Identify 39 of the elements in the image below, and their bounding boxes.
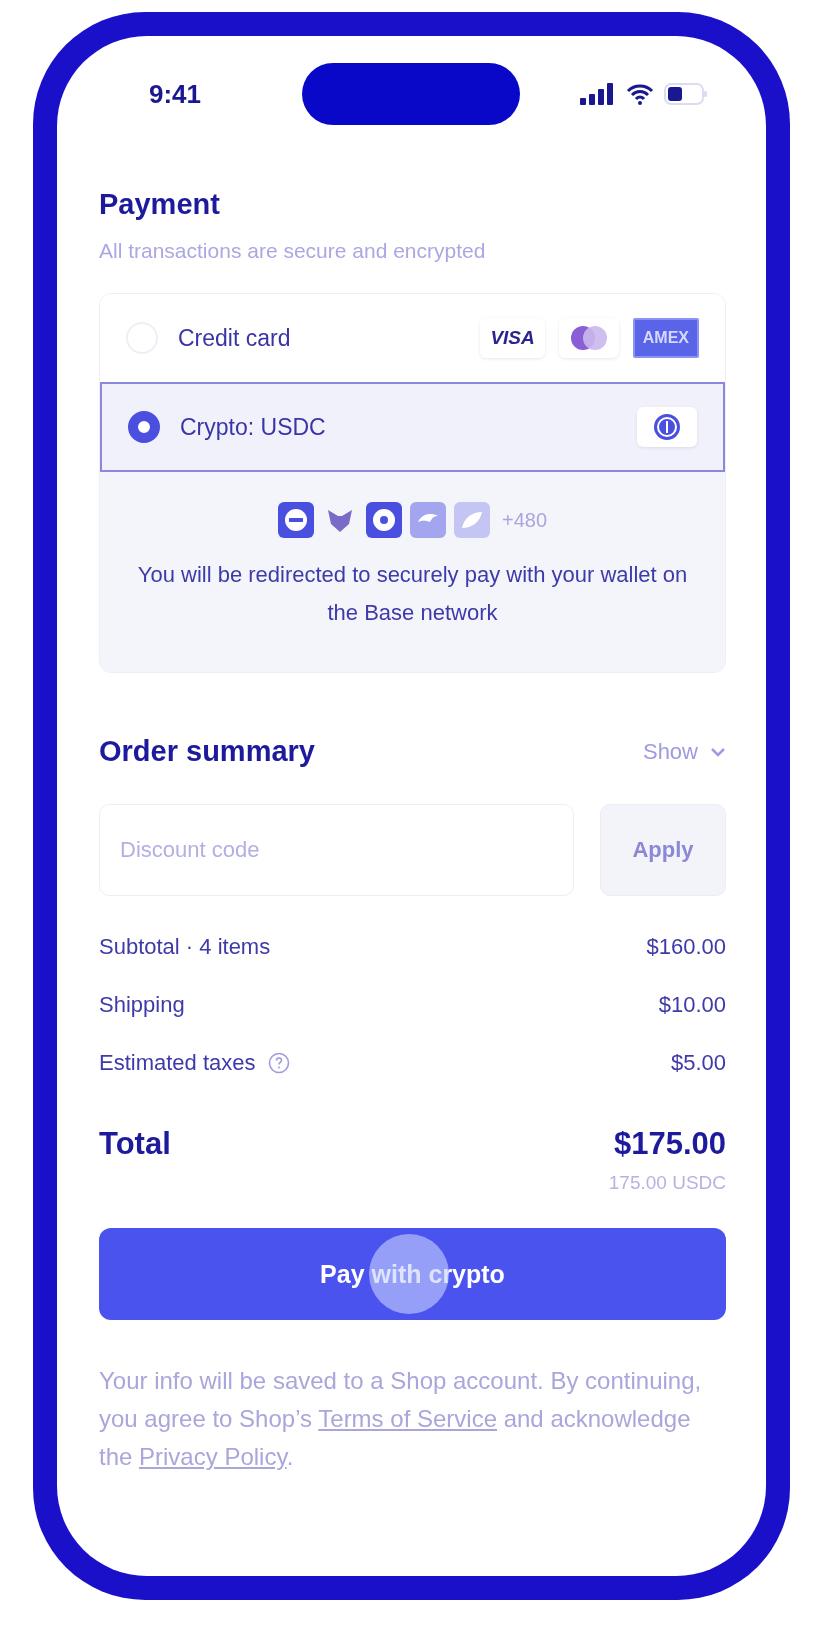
usdc-icon xyxy=(637,407,697,447)
mastercard-icon xyxy=(558,318,619,358)
summary-amount: $5.00 xyxy=(670,1050,726,1076)
wifi-icon xyxy=(626,83,654,105)
summary-label: Estimated taxes xyxy=(99,1050,256,1076)
wallet-count: +480 xyxy=(501,508,548,532)
amex-logo: AMEX xyxy=(632,318,699,358)
payment-title: Payment xyxy=(99,188,221,221)
chevron-down-icon xyxy=(710,746,726,757)
summary-label: Shipping xyxy=(99,992,185,1018)
visa-logo: VISA xyxy=(480,318,545,358)
help-icon[interactable] xyxy=(267,1052,290,1074)
disclaimer-text: Your info will be saved to a Shop account. By continuing, you agree to Shop’s Terms of Service and acknowledge the Privacy Policy. xyxy=(99,1366,703,1472)
radio-button[interactable] xyxy=(128,411,160,443)
status-time: 9:41 xyxy=(149,78,202,110)
order-summary-title: Order summary xyxy=(99,735,315,768)
wallet-icon xyxy=(409,502,446,538)
total-amount: $175.00 xyxy=(613,1126,726,1162)
redirect-message: You will be redirected to securely pay with your wallet on the Base network xyxy=(136,561,689,627)
summary-label: Subtotal · 4 items xyxy=(99,934,271,960)
summary-amount: $160.00 xyxy=(646,934,726,960)
payment-subtitle: All transactions are secure and encrypted xyxy=(99,239,487,263)
payment-option[interactable]: Crypto: USDC xyxy=(100,382,725,472)
payment-option-label: Credit card xyxy=(178,324,292,352)
show-toggle[interactable]: Show xyxy=(642,738,726,765)
wallet-icon xyxy=(277,502,314,538)
battery-icon xyxy=(664,83,708,105)
wallet-icon xyxy=(453,502,490,538)
wallet-icon xyxy=(365,502,402,538)
policy-link[interactable]: Privacy Policy xyxy=(139,1443,287,1470)
total-usdc: 175.00 USDC xyxy=(608,1172,726,1194)
payment-option-label: Crypto: USDC xyxy=(180,413,327,441)
summary-amount: $10.00 xyxy=(658,992,726,1018)
total-label: Total xyxy=(99,1126,171,1162)
apply-button[interactable]: Apply xyxy=(600,804,726,896)
pay-button[interactable]: Pay with crypto xyxy=(99,1228,726,1320)
discount-code-field[interactable]: Discount code xyxy=(99,804,574,896)
signal-icon xyxy=(580,83,616,105)
policy-link[interactable]: Terms of Service xyxy=(318,1405,497,1432)
